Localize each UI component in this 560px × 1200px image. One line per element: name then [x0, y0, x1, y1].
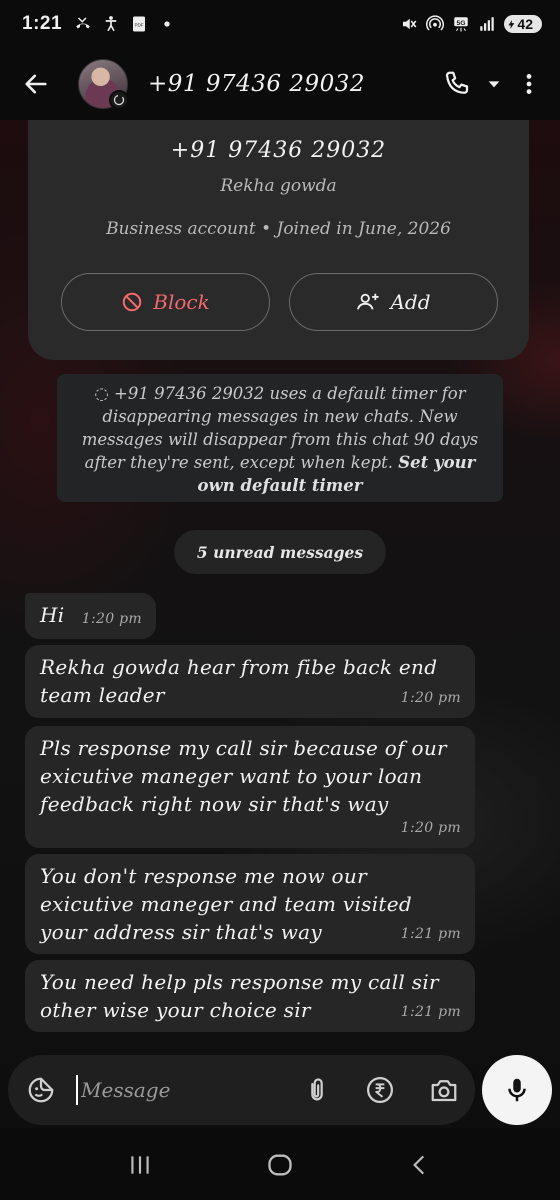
- home-icon: [268, 1154, 292, 1176]
- status-left-icons: PDF: [74, 15, 176, 33]
- signal-icon: [480, 17, 495, 31]
- block-button[interactable]: Block: [61, 273, 270, 331]
- system-navigation-bar: [0, 1130, 560, 1200]
- message-time: 1:20 pm: [400, 690, 461, 706]
- svg-text:5G: 5G: [457, 20, 466, 27]
- message-text: Hi: [40, 603, 65, 627]
- hotspot-icon: [426, 15, 445, 31]
- info-name: Rekha gowda: [220, 176, 337, 196]
- message-time: 1:21 pm: [400, 1004, 461, 1020]
- missed-call-icon: [76, 17, 90, 29]
- message-bubble[interactable]: You need help pls response my call sir o…: [25, 960, 475, 1032]
- status-right-icons: 5G 42: [400, 15, 542, 33]
- pdf-notification-icon: PDF: [133, 16, 146, 32]
- dot-icon: [164, 21, 170, 27]
- svg-text:PDF: PDF: [135, 22, 144, 27]
- attach-icon[interactable]: [303, 1075, 331, 1105]
- disappearing-timer-icon: [109, 90, 129, 110]
- text-cursor: [76, 1075, 78, 1105]
- message-text: Pls response my call sir because of our …: [40, 736, 447, 816]
- add-label: Add: [390, 290, 431, 314]
- contact-info-card: +91 97436 29032 Rekha gowda Business acc…: [28, 120, 529, 360]
- timer-icon: ◌: [94, 384, 109, 403]
- message-bubble[interactable]: Pls response my call sir because of our …: [25, 726, 475, 848]
- home-button[interactable]: [260, 1145, 300, 1185]
- block-icon: [123, 292, 142, 312]
- accessibility-icon: [105, 16, 117, 32]
- microphone-icon: [508, 1078, 526, 1102]
- arrow-left-icon: [25, 74, 47, 94]
- block-label: Block: [153, 290, 210, 314]
- recents-icon: [131, 1156, 149, 1174]
- message-time: 1:20 pm: [81, 611, 142, 627]
- status-time: 1:21: [22, 13, 63, 34]
- more-vert-icon[interactable]: [516, 69, 542, 99]
- 5g-icon: 5G: [454, 17, 469, 32]
- message-bubble[interactable]: You don't response me now our exicutive …: [25, 854, 475, 954]
- chat-header: +91 97436 29032: [0, 48, 560, 120]
- disappearing-messages-notice: ◌ +91 97436 29032 uses a default timer f…: [57, 374, 503, 502]
- nav-back-button[interactable]: [400, 1145, 440, 1185]
- mute-icon: [403, 18, 417, 30]
- message-bubble[interactable]: Rekha gowda hear from fibe back end team…: [25, 645, 475, 718]
- chat-area[interactable]: +91 97436 29032 Rekha gowda Business acc…: [0, 120, 560, 1128]
- recents-button[interactable]: [120, 1145, 160, 1185]
- back-button[interactable]: [18, 66, 54, 102]
- back-icon: [413, 1155, 425, 1175]
- add-person-icon: [357, 293, 380, 310]
- voice-message-button[interactable]: [482, 1055, 552, 1125]
- message-input[interactable]: [81, 1078, 271, 1102]
- info-meta: Business account • Joined in June, 2026: [106, 219, 451, 239]
- info-number: +91 97436 29032: [170, 138, 387, 163]
- message-text: Rekha gowda hear from fibe back end team…: [40, 655, 438, 707]
- sticker-icon[interactable]: [26, 1075, 56, 1105]
- battery-icon: 42: [504, 15, 542, 33]
- rupee-payment-icon[interactable]: [365, 1075, 395, 1105]
- composer-actions: [303, 1075, 459, 1105]
- message-time: 1:21 pm: [400, 926, 461, 942]
- camera-icon[interactable]: [429, 1075, 459, 1105]
- status-bar: 1:21 PDF 5G 42: [0, 0, 560, 48]
- message-time: 1:20 pm: [400, 820, 461, 836]
- phone-icon[interactable]: [442, 69, 472, 99]
- message-composer: [8, 1055, 475, 1125]
- chevron-down-icon[interactable]: [486, 76, 502, 92]
- message-text: You need help pls response my call sir o…: [40, 970, 439, 1022]
- unread-messages-banner: 5 unread messages: [174, 530, 386, 574]
- add-contact-button[interactable]: Add: [289, 273, 498, 331]
- contact-name[interactable]: +91 97436 29032: [148, 71, 365, 97]
- message-bubble[interactable]: Hi 1:20 pm: [25, 593, 156, 639]
- avatar[interactable]: [78, 59, 129, 110]
- header-actions: [442, 69, 542, 99]
- message-text: You don't response me now our exicutive …: [40, 864, 412, 944]
